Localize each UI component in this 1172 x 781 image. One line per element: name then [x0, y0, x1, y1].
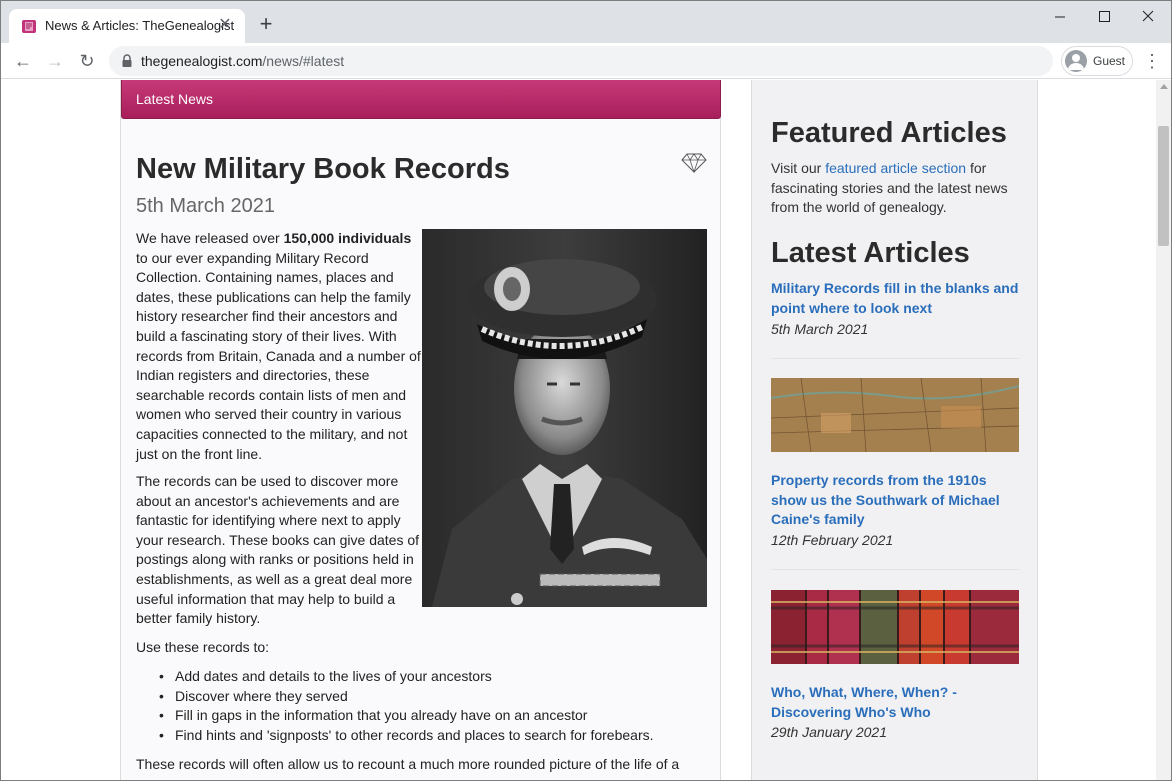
article-link-2[interactable]: Property records from the 1910s show us …	[771, 471, 1019, 530]
article-date: 5th March 2021	[136, 195, 275, 217]
military-officer-photo	[422, 229, 707, 607]
article-paragraph-2: The records can be used to discover more…	[136, 473, 420, 627]
featured-articles-heading: Featured Articles	[771, 117, 1007, 149]
page-viewport: Latest News New Military Book Records 5t…	[1, 80, 1156, 780]
forward-arrow-icon[interactable]: →	[43, 49, 67, 73]
featured-article-link[interactable]: featured article section	[825, 160, 966, 176]
profile-button[interactable]: Guest	[1061, 46, 1133, 76]
scrollbar-thumb[interactable]	[1158, 126, 1169, 246]
back-arrow-icon[interactable]: ←	[11, 49, 35, 73]
latest-news-header: Latest News	[121, 80, 721, 119]
books-thumbnail[interactable]	[771, 590, 1019, 664]
diamond-icon[interactable]	[681, 153, 707, 173]
browser-toolbar: ← → ↻ thegenealogist.com/news/#latest Gu…	[1, 43, 1171, 79]
profile-label: Guest	[1093, 54, 1126, 68]
maximize-icon[interactable]	[1081, 5, 1127, 29]
article-date-1: 5th March 2021	[771, 321, 869, 337]
article-paragraph-3: Use these records to:	[136, 639, 270, 655]
list-item: Find hints and 'signposts' to other reco…	[159, 726, 699, 746]
sidebar: Featured Articles Visit our featured art…	[751, 80, 1038, 780]
new-tab-icon[interactable]: +	[255, 13, 277, 35]
list-item: Fill in gaps in the information that you…	[159, 706, 699, 726]
article-paragraph-1: We have released over 150,000 individual…	[136, 230, 421, 462]
guest-avatar-icon	[1065, 50, 1087, 72]
address-bar[interactable]: thegenealogist.com/news/#latest	[109, 46, 1053, 76]
divider	[771, 358, 1019, 359]
vertical-scrollbar[interactable]	[1156, 80, 1171, 780]
article-paragraph-4: These records will often allow us to rec…	[136, 756, 680, 772]
tab-title: News & Articles: TheGenealogist	[45, 18, 235, 33]
url-text: thegenealogist.com/news/#latest	[141, 53, 345, 69]
article-link-1[interactable]: Military Records fill in the blanks and …	[771, 279, 1019, 318]
window-close-icon[interactable]	[1125, 5, 1171, 29]
scroll-up-icon[interactable]	[1160, 84, 1168, 89]
property-map-thumbnail[interactable]	[771, 378, 1019, 452]
usage-list: Add dates and details to the lives of yo…	[159, 667, 699, 745]
latest-news-panel: Latest News New Military Book Records 5t…	[120, 80, 721, 780]
article-date-3: 29th January 2021	[771, 724, 887, 740]
tab-strip: News & Articles: TheGenealogist ✕ +	[1, 1, 1171, 43]
list-item: Add dates and details to the lives of yo…	[159, 667, 699, 687]
close-tab-icon[interactable]: ✕	[215, 15, 235, 35]
list-item: Discover where they served	[159, 687, 699, 707]
article-title: New Military Book Records	[136, 153, 510, 185]
article-link-3[interactable]: Who, What, Where, When? - Discovering Wh…	[771, 683, 1019, 722]
latest-articles-heading: Latest Articles	[771, 237, 970, 269]
site-favicon-icon	[22, 20, 36, 33]
reload-icon[interactable]: ↻	[75, 49, 99, 73]
article-date-2: 12th February 2021	[771, 532, 894, 548]
featured-articles-text: Visit our featured article section for f…	[771, 160, 1008, 216]
latest-news-label: Latest News	[136, 91, 214, 107]
minimize-icon[interactable]	[1037, 5, 1083, 29]
divider	[771, 569, 1019, 570]
browser-menu-icon[interactable]: ⋮	[1143, 49, 1161, 73]
browser-window: News & Articles: TheGenealogist ✕ + ← → …	[0, 0, 1172, 781]
browser-tab[interactable]: News & Articles: TheGenealogist ✕	[9, 9, 245, 43]
lock-icon	[122, 54, 132, 67]
